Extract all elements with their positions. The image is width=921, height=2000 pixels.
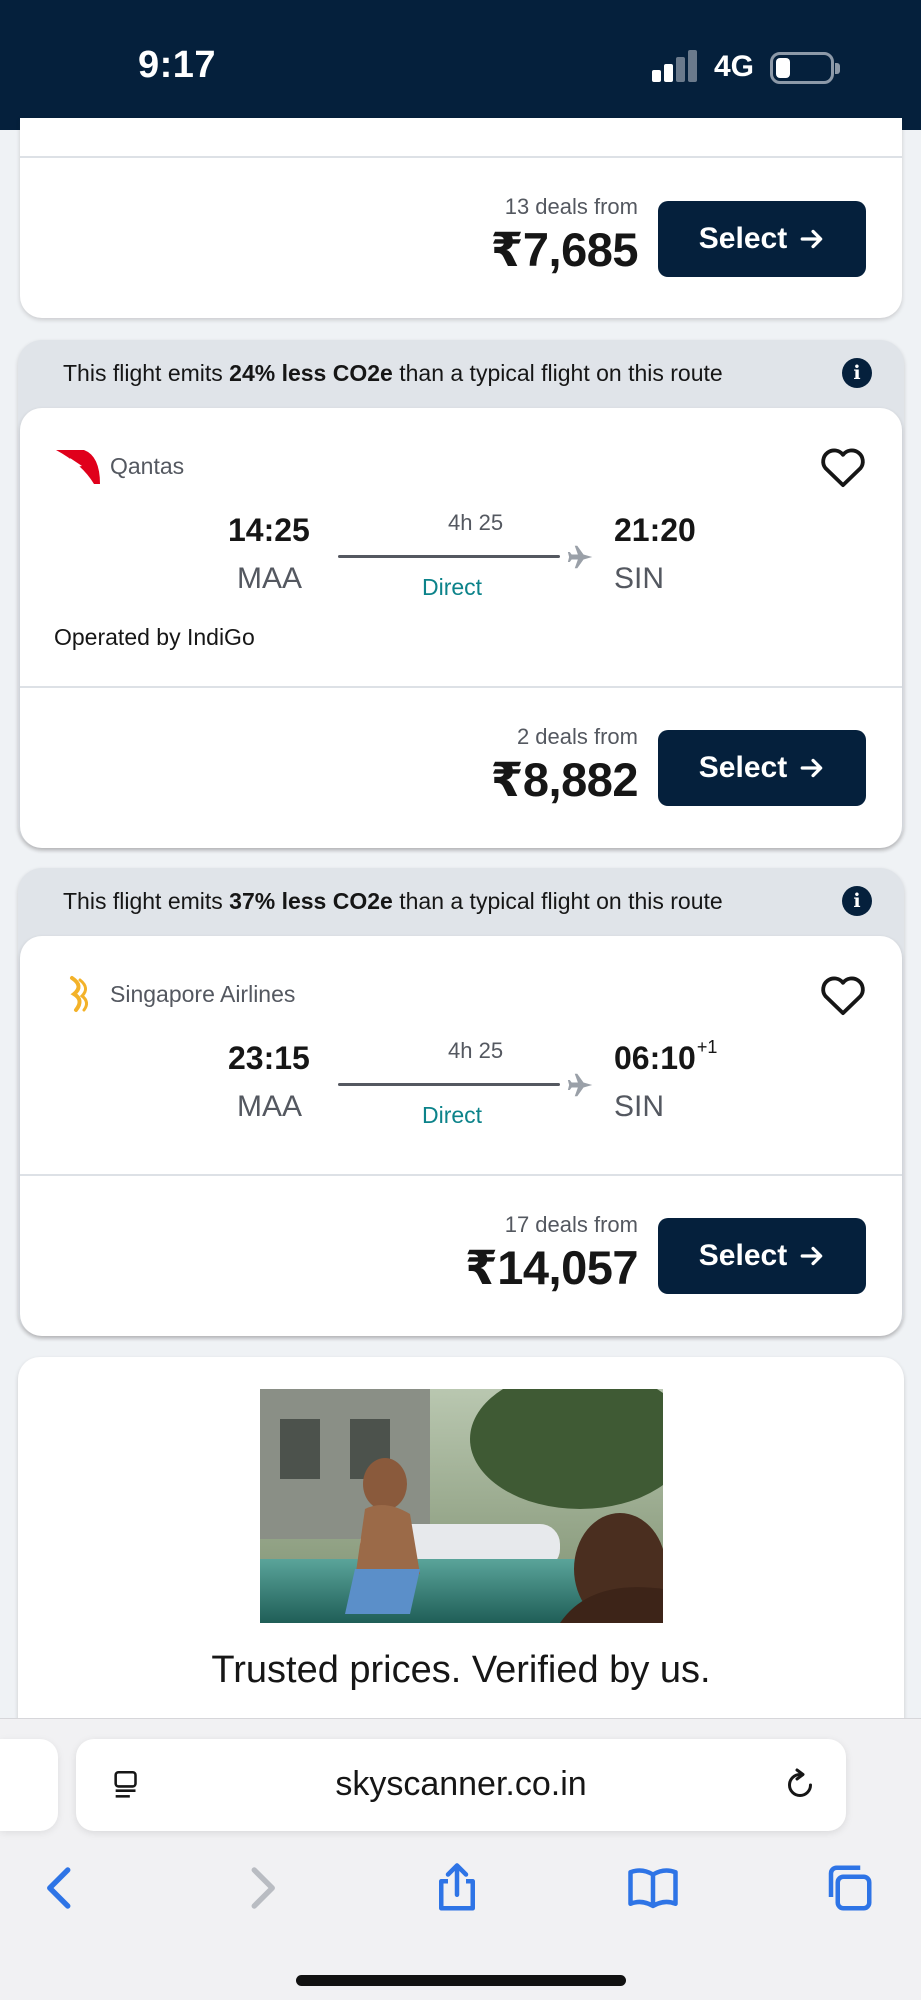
card-divider: [20, 686, 902, 688]
select-label: Select: [698, 222, 788, 255]
plane-icon: [567, 545, 593, 569]
arrow-right-icon: [800, 758, 823, 778]
stops-label: Direct: [422, 1102, 483, 1128]
promo-image: [260, 1389, 663, 1623]
select-button[interactable]: Select: [658, 1218, 866, 1294]
select-label: Select: [698, 751, 788, 784]
flight-duration: 4h 25: [448, 510, 504, 535]
deals-count: 17 deals from: [504, 1212, 638, 1237]
co2-prefix: This flight emits: [63, 888, 230, 914]
operated-by: Operated by IndiGo: [54, 624, 255, 650]
price: ₹14,057: [465, 1241, 638, 1294]
flight-duration: 4h 25: [448, 1038, 504, 1063]
status-bar: 9:17 4G: [0, 0, 921, 130]
status-time: 9:17: [138, 44, 217, 86]
flight-card-qantas[interactable]: Qantas 14:25 MAA 4h 25 Direct 21:20 SIN …: [20, 408, 902, 848]
heart-icon[interactable]: [820, 974, 866, 1016]
co2-highlight: 24% less CO2e: [229, 360, 393, 386]
home-indicator: [296, 1975, 626, 1986]
co2-prefix: This flight emits: [63, 360, 230, 386]
card-divider: [20, 1174, 902, 1176]
select-button[interactable]: Select: [658, 201, 866, 277]
singapore-airlines-logo-icon: [70, 976, 89, 1012]
flight-block-qantas: This flight emits 24% less CO2e than a t…: [18, 340, 904, 848]
tabs-icon[interactable]: [822, 1861, 876, 1915]
arrival-airport: SIN: [614, 1090, 665, 1123]
select-label: Select: [698, 1239, 788, 1272]
co2-message: This flight emits 37% less CO2e than a t…: [63, 888, 723, 915]
price: ₹7,685: [490, 223, 639, 276]
deals-count: 2 deals from: [516, 724, 638, 749]
day-offset: +1: [696, 1037, 718, 1058]
co2-suffix: than a typical flight on this route: [392, 360, 723, 386]
qantas-logo-icon: [56, 450, 100, 484]
plane-icon: [567, 1073, 593, 1097]
arrival-airport: SIN: [614, 562, 665, 595]
flight-block-singapore: This flight emits 37% less CO2e than a t…: [18, 868, 904, 1336]
forward-icon[interactable]: [234, 1861, 288, 1915]
promo-title: Trusted prices. Verified by us.: [211, 1649, 711, 1691]
info-icon[interactable]: i: [842, 358, 872, 388]
card-divider: [20, 156, 902, 158]
arrival-time-value: 06:10: [614, 1040, 696, 1076]
arrival-time: 06:10+1: [614, 1037, 718, 1077]
address-bar[interactable]: skyscanner.co.in: [76, 1739, 846, 1831]
departure-airport: MAA: [237, 562, 303, 595]
previous-tab[interactable]: [0, 1739, 58, 1831]
stops-label: Direct: [422, 574, 483, 600]
departure-airport: MAA: [237, 1090, 303, 1123]
route-line: [338, 1083, 560, 1086]
airline-row: Singapore Airlines: [54, 974, 295, 1014]
network-type: 4G: [714, 50, 755, 83]
heart-icon[interactable]: [820, 446, 866, 488]
co2-message: This flight emits 24% less CO2e than a t…: [63, 360, 723, 387]
back-icon[interactable]: [34, 1861, 88, 1915]
url-text: skyscanner.co.in: [335, 1765, 587, 1803]
arrow-right-icon: [800, 229, 823, 249]
route-line: [338, 555, 560, 558]
bookmarks-icon[interactable]: [626, 1861, 680, 1915]
co2-suffix: than a typical flight on this route: [392, 888, 723, 914]
arrow-right-icon: [800, 1246, 823, 1266]
browser-toolbar: skyscanner.co.in: [0, 1718, 921, 2000]
share-icon[interactable]: [430, 1861, 484, 1915]
flight-card-singapore[interactable]: Singapore Airlines 23:15 MAA 4h 25 Direc…: [20, 936, 902, 1336]
departure-time: 14:25: [228, 512, 310, 548]
flight-card-1: 13 deals from ₹7,685 Select: [20, 118, 902, 318]
price: ₹8,882: [490, 753, 639, 806]
departure-time: 23:15: [228, 1040, 310, 1076]
reload-icon[interactable]: [782, 1767, 818, 1803]
airline-name: Singapore Airlines: [110, 980, 296, 1007]
info-icon[interactable]: i: [842, 886, 872, 916]
signal-icon: [652, 50, 700, 82]
airline-row: Qantas: [54, 446, 184, 486]
battery-icon: [770, 52, 840, 84]
co2-highlight: 37% less CO2e: [229, 888, 393, 914]
airline-name: Qantas: [110, 452, 185, 479]
arrival-time: 21:20: [614, 512, 696, 548]
deals-count: 13 deals from: [504, 194, 638, 219]
select-button[interactable]: Select: [658, 730, 866, 806]
